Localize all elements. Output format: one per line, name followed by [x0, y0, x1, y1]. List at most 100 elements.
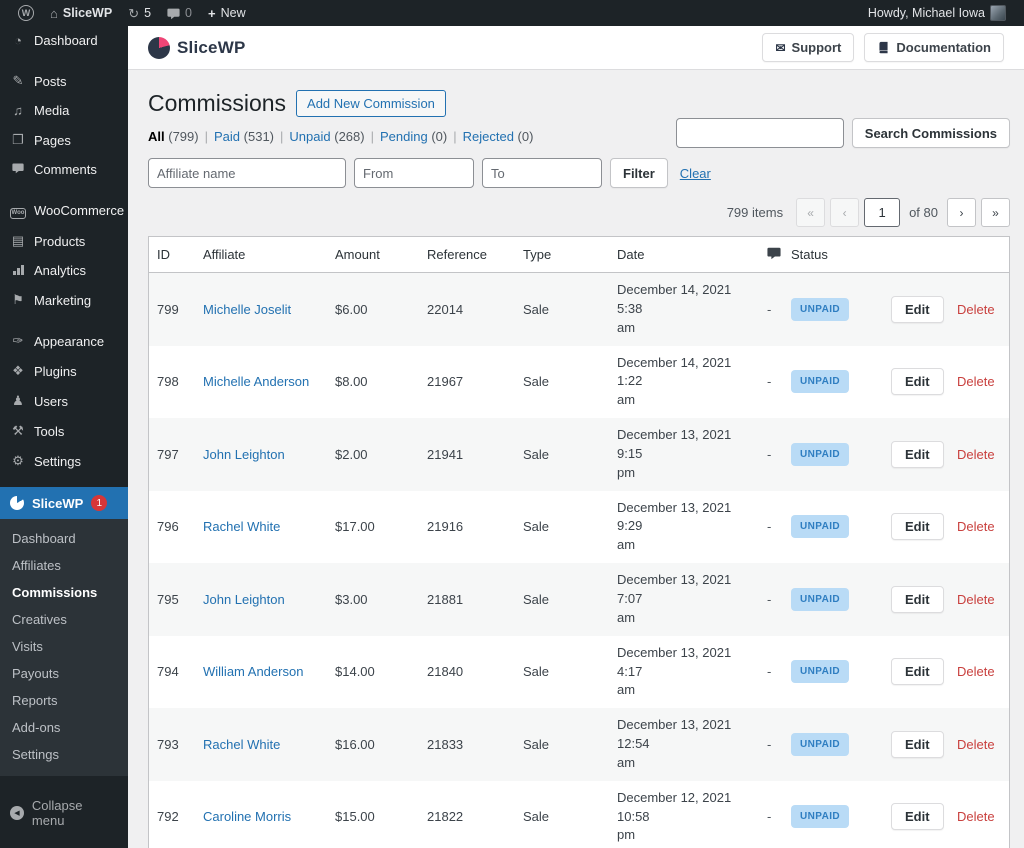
sidebar-item-posts[interactable]: ✎ Posts: [0, 66, 128, 96]
affiliate-link[interactable]: Michelle Anderson: [203, 374, 309, 389]
affiliate-link[interactable]: William Anderson: [203, 664, 303, 679]
sidebar-item-comments[interactable]: Comments: [0, 155, 128, 184]
new-label: New: [221, 6, 246, 20]
header-amount[interactable]: Amount: [327, 238, 419, 271]
delete-link[interactable]: Delete: [957, 302, 995, 317]
submenu-item-affiliates[interactable]: Affiliates: [0, 552, 128, 579]
delete-link[interactable]: Delete: [957, 592, 995, 607]
clear-filters-link[interactable]: Clear: [680, 166, 711, 181]
sidebar-item-users[interactable]: ♟ Users: [0, 386, 128, 416]
filter-button[interactable]: Filter: [610, 158, 668, 188]
documentation-button[interactable]: Documentation: [864, 33, 1004, 62]
sidebar-item-label: Dashboard: [34, 33, 98, 48]
delete-link[interactable]: Delete: [957, 374, 995, 389]
slicewp-pie-icon: [10, 496, 24, 510]
collapse-menu-button[interactable]: ◀ Collapse menu: [0, 790, 128, 836]
commission-amount: $6.00: [327, 294, 419, 325]
edit-button[interactable]: Edit: [891, 368, 944, 395]
prev-page-button[interactable]: ‹: [830, 198, 859, 227]
affiliate-link[interactable]: Caroline Morris: [203, 809, 291, 824]
support-button[interactable]: ✉ Support: [762, 33, 854, 62]
edit-button[interactable]: Edit: [891, 441, 944, 468]
header-date[interactable]: Date: [609, 238, 759, 271]
pagination-top: 799 items « ‹ of 80 › »: [148, 198, 1010, 227]
affiliate-link[interactable]: Michelle Joselit: [203, 302, 291, 317]
sidebar-item-slicewp[interactable]: SliceWP 1: [0, 487, 128, 519]
delete-link[interactable]: Delete: [957, 519, 995, 534]
submenu-item-dashboard[interactable]: Dashboard: [0, 525, 128, 552]
sidebar-item-media[interactable]: ♫ Media: [0, 96, 128, 125]
search-input[interactable]: [676, 118, 844, 148]
slicewp-submenu: Dashboard Affiliates Commissions Creativ…: [0, 519, 128, 776]
total-pages-label: of 80: [909, 205, 938, 220]
sidebar-item-woocommerce[interactable]: Woo WooCommerce: [0, 195, 128, 226]
submenu-item-payouts[interactable]: Payouts: [0, 660, 128, 687]
my-account-link[interactable]: Howdy, Michael Iowa: [860, 0, 1014, 26]
slicewp-brand: SliceWP: [148, 37, 245, 59]
view-rejected[interactable]: Rejected (0): [463, 129, 534, 144]
edit-button[interactable]: Edit: [891, 658, 944, 685]
commission-date: December 13, 2021 9:15pm: [609, 418, 759, 491]
first-page-button[interactable]: «: [796, 198, 825, 227]
submenu-item-addons[interactable]: Add-ons: [0, 714, 128, 741]
date-from-input[interactable]: [354, 158, 474, 188]
page-title: Commissions: [148, 90, 286, 117]
site-name-link[interactable]: ⌂ SliceWP: [42, 0, 120, 26]
submenu-item-commissions[interactable]: Commissions: [0, 579, 128, 606]
edit-button[interactable]: Edit: [891, 296, 944, 323]
sidebar-item-marketing[interactable]: ⚑ Marketing: [0, 285, 128, 315]
sidebar-item-label: Pages: [34, 133, 71, 148]
sidebar-item-label: Users: [34, 394, 68, 409]
envelope-icon: ✉: [775, 41, 785, 55]
delete-link[interactable]: Delete: [957, 664, 995, 679]
notification-badge: 1: [91, 495, 107, 511]
commission-reference: 22014: [419, 294, 515, 325]
next-page-button[interactable]: ›: [947, 198, 976, 227]
affiliate-name-input[interactable]: [148, 158, 346, 188]
commission-type: Sale: [515, 584, 609, 615]
current-page-input[interactable]: [864, 198, 900, 227]
edit-button[interactable]: Edit: [891, 513, 944, 540]
edit-button[interactable]: Edit: [891, 803, 944, 830]
delete-link[interactable]: Delete: [957, 447, 995, 462]
edit-button[interactable]: Edit: [891, 586, 944, 613]
submenu-item-settings[interactable]: Settings: [0, 741, 128, 768]
wp-logo-menu[interactable]: W: [10, 0, 42, 26]
sidebar-item-analytics[interactable]: Analytics: [0, 256, 128, 285]
view-all[interactable]: All (799): [148, 129, 199, 144]
delete-link[interactable]: Delete: [957, 737, 995, 752]
date-to-input[interactable]: [482, 158, 602, 188]
affiliate-link[interactable]: Rachel White: [203, 519, 280, 534]
sidebar-item-products[interactable]: ▤ Products: [0, 226, 128, 256]
view-pending[interactable]: Pending (0): [380, 129, 447, 144]
table-row: 792 Caroline Morris $15.00 21822 Sale De…: [149, 781, 1009, 848]
comments-link[interactable]: 0: [159, 0, 200, 26]
header-type: Type: [515, 238, 609, 271]
new-content-link[interactable]: + New: [200, 0, 254, 26]
commission-note: -: [759, 511, 783, 542]
affiliate-link[interactable]: Rachel White: [203, 737, 280, 752]
search-commissions-button[interactable]: Search Commissions: [852, 118, 1010, 148]
commission-reference: 21822: [419, 801, 515, 832]
submenu-item-visits[interactable]: Visits: [0, 633, 128, 660]
submenu-item-creatives[interactable]: Creatives: [0, 606, 128, 633]
delete-link[interactable]: Delete: [957, 809, 995, 824]
last-page-button[interactable]: »: [981, 198, 1010, 227]
sidebar-item-dashboard[interactable]: ◔ Dashboard: [0, 26, 128, 55]
sidebar-item-settings[interactable]: ⚙ Settings: [0, 446, 128, 476]
sidebar-item-appearance[interactable]: ✑ Appearance: [0, 326, 128, 356]
updates-link[interactable]: ↻ 5: [120, 0, 159, 26]
affiliate-link[interactable]: John Leighton: [203, 447, 285, 462]
affiliate-link[interactable]: John Leighton: [203, 592, 285, 607]
add-new-commission-button[interactable]: Add New Commission: [296, 90, 446, 117]
sidebar-item-pages[interactable]: ❐ Pages: [0, 125, 128, 155]
submenu-item-reports[interactable]: Reports: [0, 687, 128, 714]
howdy-label: Howdy, Michael Iowa: [868, 6, 985, 20]
view-unpaid[interactable]: Unpaid (268): [289, 129, 364, 144]
view-paid[interactable]: Paid (531): [214, 129, 274, 144]
edit-button[interactable]: Edit: [891, 731, 944, 758]
header-id[interactable]: ID: [149, 238, 195, 271]
sidebar-item-tools[interactable]: ⚒ Tools: [0, 416, 128, 446]
sidebar-item-plugins[interactable]: ❖ Plugins: [0, 356, 128, 386]
header-status: Status: [783, 238, 883, 271]
